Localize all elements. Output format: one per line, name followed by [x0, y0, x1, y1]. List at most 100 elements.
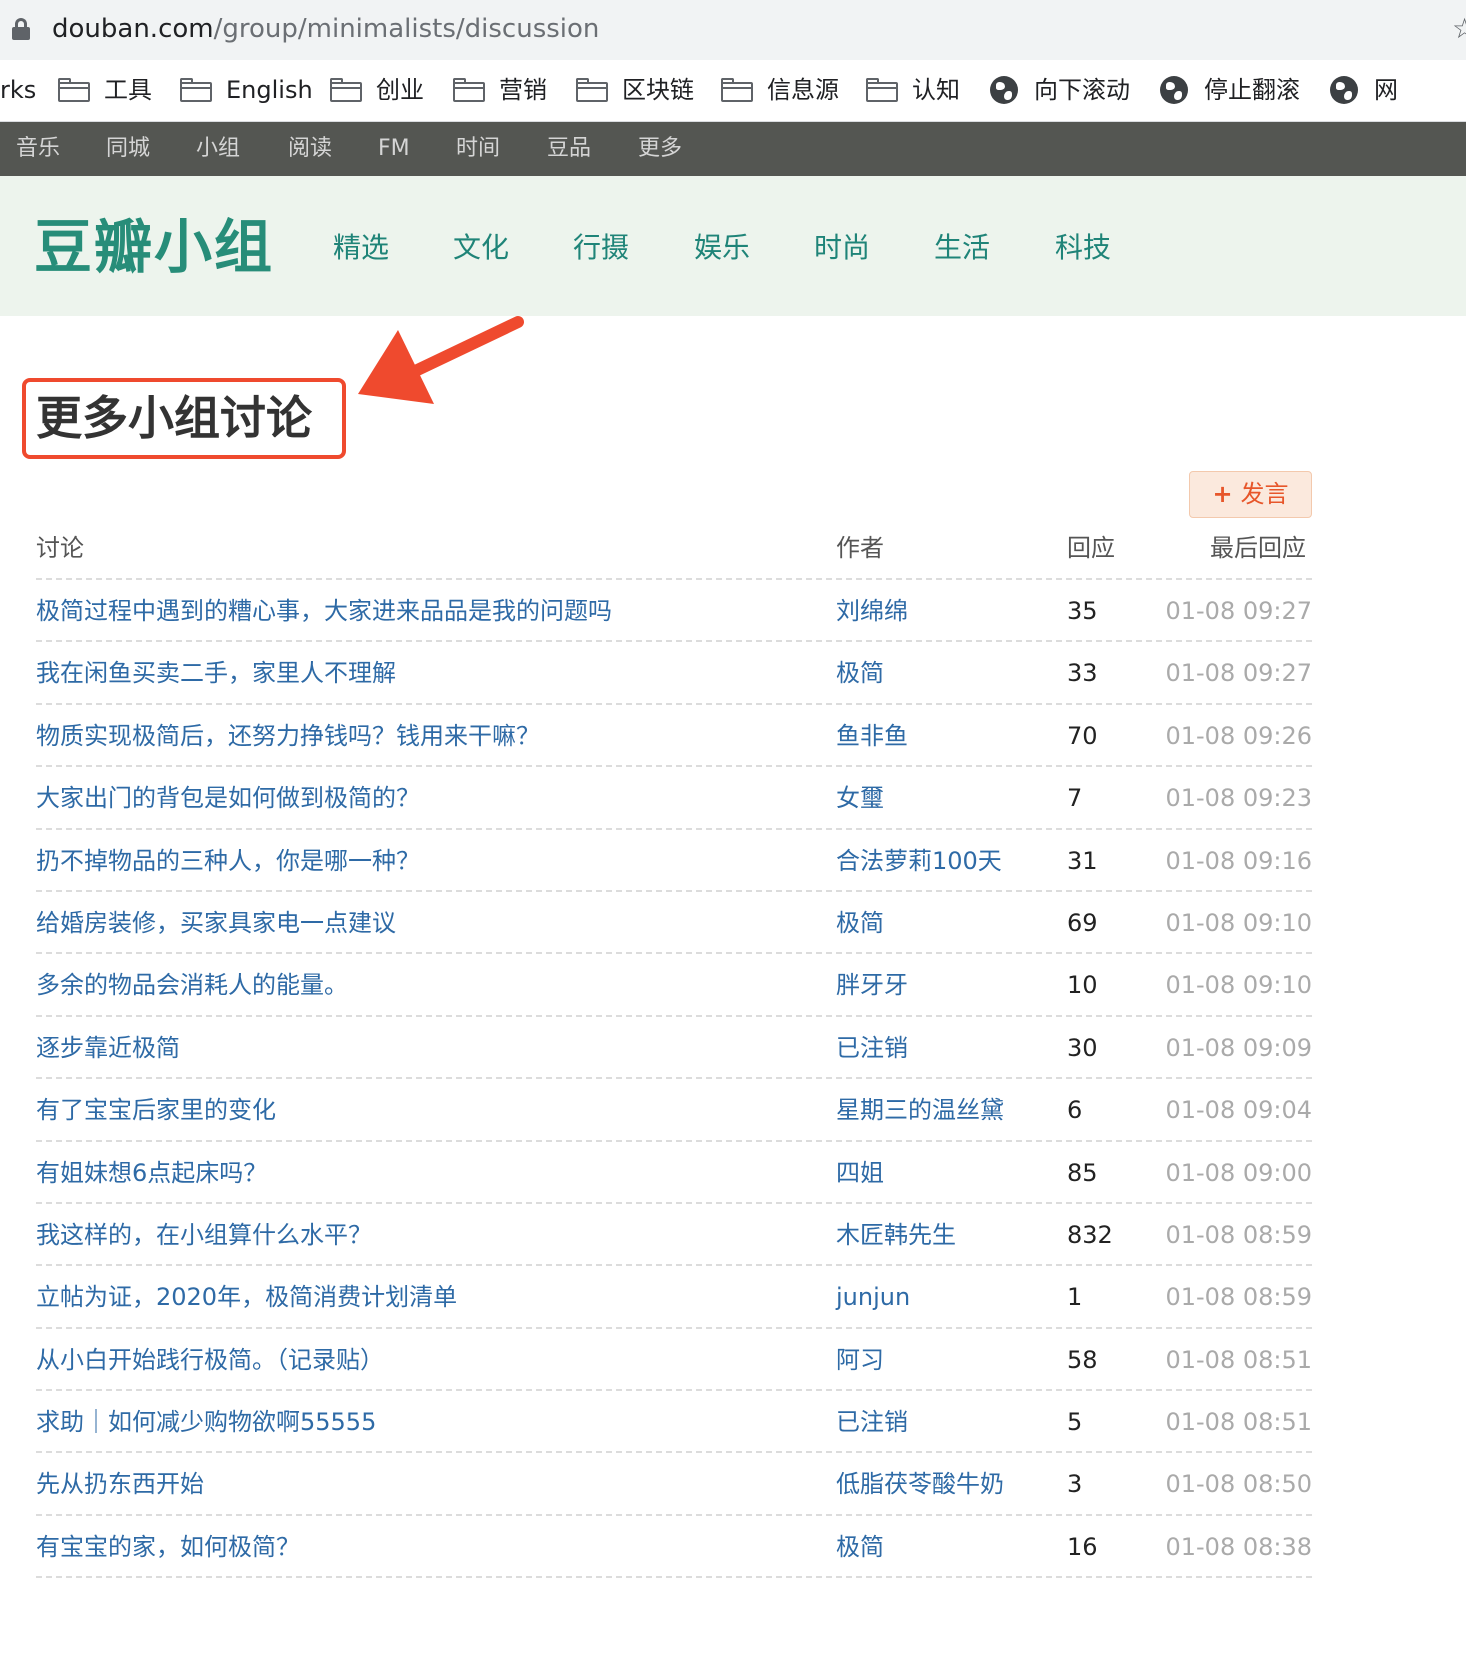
category-tab[interactable]: 科技 — [1055, 228, 1111, 268]
category-tab[interactable]: 娱乐 — [694, 228, 750, 268]
bookmark-item[interactable]: 区块链 — [576, 72, 694, 108]
topic-link[interactable]: 我在闲鱼买卖二手，家里人不理解 — [36, 642, 396, 704]
topic-link[interactable]: 给婚房装修，买家具家电一点建议 — [36, 892, 396, 954]
global-nav-item[interactable]: 同城 — [106, 122, 150, 176]
table-row: 多余的物品会消耗人的能量。 胖牙牙 10 01-08 09:10 — [36, 954, 1312, 1017]
last-reply-time: 01-08 09:26 — [1165, 721, 1312, 750]
topic-link[interactable]: 多余的物品会消耗人的能量。 — [36, 954, 348, 1016]
author-link[interactable]: 星期三的温丝黛 — [836, 1079, 1004, 1141]
global-nav-item[interactable]: 时间 — [456, 122, 500, 176]
reply-count: 31 — [1067, 846, 1098, 875]
reply-count: 5 — [1067, 1408, 1083, 1437]
author-link[interactable]: 阿习 — [836, 1329, 884, 1391]
topic-link[interactable]: 物质实现极简后，还努力挣钱吗？钱用来干嘛？ — [36, 705, 540, 767]
bookmark-item[interactable]: 认知 — [866, 72, 960, 108]
post-button-label: 发言 — [1240, 480, 1289, 508]
reply-count: 30 — [1067, 1033, 1098, 1062]
topic-link[interactable]: 扔不掉物品的三种人，你是哪一种？ — [36, 830, 420, 892]
author-link[interactable]: 极简 — [836, 1516, 884, 1578]
reply-count: 832 — [1067, 1220, 1113, 1249]
reply-count: 85 — [1067, 1158, 1098, 1187]
bookmark-item[interactable]: 向下滚动 — [990, 72, 1130, 108]
topic-link[interactable]: 大家出门的背包是如何做到极简的？ — [36, 767, 420, 829]
bookmark-item[interactable]: English — [180, 72, 313, 108]
bookmark-label: 停止翻滚 — [1204, 76, 1300, 104]
header-replies: 回应 — [1067, 534, 1115, 562]
author-link[interactable]: 已注销 — [836, 1391, 908, 1453]
bookmark-item[interactable]: 停止翻滚 — [1160, 72, 1300, 108]
folder-icon — [453, 78, 485, 102]
topic-link[interactable]: 逐步靠近极简 — [36, 1017, 180, 1079]
author-link[interactable]: 鱼非鱼 — [836, 705, 908, 767]
reply-count: 10 — [1067, 971, 1098, 1000]
table-row: 大家出门的背包是如何做到极简的？ 女璽 7 01-08 09:23 — [36, 767, 1312, 830]
topic-link[interactable]: 有姐妹想6点起床吗？ — [36, 1142, 267, 1204]
bookmark-item[interactable]: rks — [0, 72, 36, 108]
topic-link[interactable]: 极简过程中遇到的糟心事，大家进来品品是我的问题吗 — [36, 580, 612, 642]
topic-link[interactable]: 立帖为证，2020年，极简消费计划清单 — [36, 1266, 457, 1328]
topic-link[interactable]: 有了宝宝后家里的变化 — [36, 1079, 276, 1141]
header-author: 作者 — [836, 534, 884, 562]
topic-link[interactable]: 求助｜如何减少购物欲啊55555 — [36, 1391, 376, 1453]
table-header: 讨论 作者 回应 最后回应 — [36, 528, 1312, 580]
topic-link[interactable]: 先从扔东西开始 — [36, 1453, 204, 1515]
bookmark-label: 网 — [1374, 76, 1398, 104]
annotation-arrow-icon — [358, 316, 524, 404]
category-tab[interactable]: 生活 — [934, 228, 990, 268]
author-link[interactable]: 刘绵绵 — [836, 580, 908, 642]
bookmark-label: 认知 — [912, 76, 960, 104]
category-tab[interactable]: 精选 — [333, 228, 389, 268]
author-link[interactable]: 胖牙牙 — [836, 954, 908, 1016]
bookmark-item[interactable]: 网 — [1330, 72, 1398, 108]
bookmark-item[interactable]: 信息源 — [721, 72, 839, 108]
author-link[interactable]: 四姐 — [836, 1142, 884, 1204]
folder-icon — [180, 78, 212, 102]
author-link[interactable]: 合法萝莉100天 — [836, 830, 1002, 892]
reply-count: 6 — [1067, 1096, 1083, 1125]
table-row: 有了宝宝后家里的变化 星期三的温丝黛 6 01-08 09:04 — [36, 1079, 1312, 1142]
global-nav-item[interactable]: 小组 — [196, 122, 240, 176]
reply-count: 7 — [1067, 784, 1083, 813]
topic-link[interactable]: 有宝宝的家，如何极简？ — [36, 1516, 300, 1578]
reply-count: 69 — [1067, 908, 1098, 937]
last-reply-time: 01-08 09:27 — [1165, 659, 1312, 688]
folder-icon — [330, 78, 362, 102]
address-bar[interactable]: douban.com/group/minimalists/discussion … — [0, 0, 1466, 60]
table-row: 物质实现极简后，还努力挣钱吗？钱用来干嘛？ 鱼非鱼 70 01-08 09:26 — [36, 705, 1312, 768]
discussion-list: 极简过程中遇到的糟心事，大家进来品品是我的问题吗 刘绵绵 35 01-08 09:27… — [36, 580, 1312, 1579]
table-row: 我在闲鱼买卖二手，家里人不理解 极简 33 01-08 09:27 — [36, 642, 1312, 705]
author-link[interactable]: 极简 — [836, 892, 884, 954]
star-icon[interactable]: ☆ — [1452, 12, 1466, 45]
post-button[interactable]: + 发言 — [1189, 471, 1312, 518]
global-nav-item[interactable]: FM — [378, 122, 410, 176]
category-tab[interactable]: 行摄 — [573, 228, 629, 268]
global-nav-item[interactable]: 更多 — [638, 122, 682, 176]
author-link[interactable]: 女璽 — [836, 767, 884, 829]
author-link[interactable]: 极简 — [836, 642, 884, 704]
category-tab[interactable]: 文化 — [453, 228, 509, 268]
author-link[interactable]: 木匠韩先生 — [836, 1204, 956, 1266]
last-reply-time: 01-08 08:50 — [1165, 1470, 1312, 1499]
global-nav-item[interactable]: 豆品 — [547, 122, 591, 176]
bookmark-item[interactable]: 工具 — [58, 72, 152, 108]
url-text[interactable]: douban.com/group/minimalists/discussion — [52, 12, 599, 46]
group-header: 豆瓣小组 精选 文化 行摄 娱乐 时尚 生活 科技 — [0, 176, 1466, 316]
bookmark-item[interactable]: 营销 — [453, 72, 547, 108]
author-link[interactable]: 已注销 — [836, 1017, 908, 1079]
reply-count: 70 — [1067, 721, 1098, 750]
author-link[interactable]: 低脂茯苓酸牛奶 — [836, 1453, 1004, 1515]
table-row: 有姐妹想6点起床吗？ 四姐 85 01-08 09:00 — [36, 1142, 1312, 1204]
bookmark-item[interactable]: 创业 — [330, 72, 424, 108]
douban-group-logo[interactable]: 豆瓣小组 — [34, 212, 274, 282]
highlight-box — [22, 378, 346, 459]
table-row: 极简过程中遇到的糟心事，大家进来品品是我的问题吗 刘绵绵 35 01-08 09:27 — [36, 580, 1312, 643]
global-nav-item[interactable]: 阅读 — [288, 122, 332, 176]
author-link[interactable]: junjun — [836, 1266, 910, 1328]
topic-link[interactable]: 从小白开始践行极简。（记录贴） — [36, 1329, 384, 1391]
last-reply-time: 01-08 09:04 — [1165, 1096, 1312, 1125]
table-row: 扔不掉物品的三种人，你是哪一种？ 合法萝莉100天 31 01-08 09:16 — [36, 830, 1312, 892]
global-nav-item[interactable]: 音乐 — [16, 122, 60, 176]
topic-link[interactable]: 我这样的，在小组算什么水平？ — [36, 1204, 372, 1266]
table-row: 从小白开始践行极简。（记录贴） 阿习 58 01-08 08:51 — [36, 1329, 1312, 1392]
category-tab[interactable]: 时尚 — [814, 228, 870, 268]
